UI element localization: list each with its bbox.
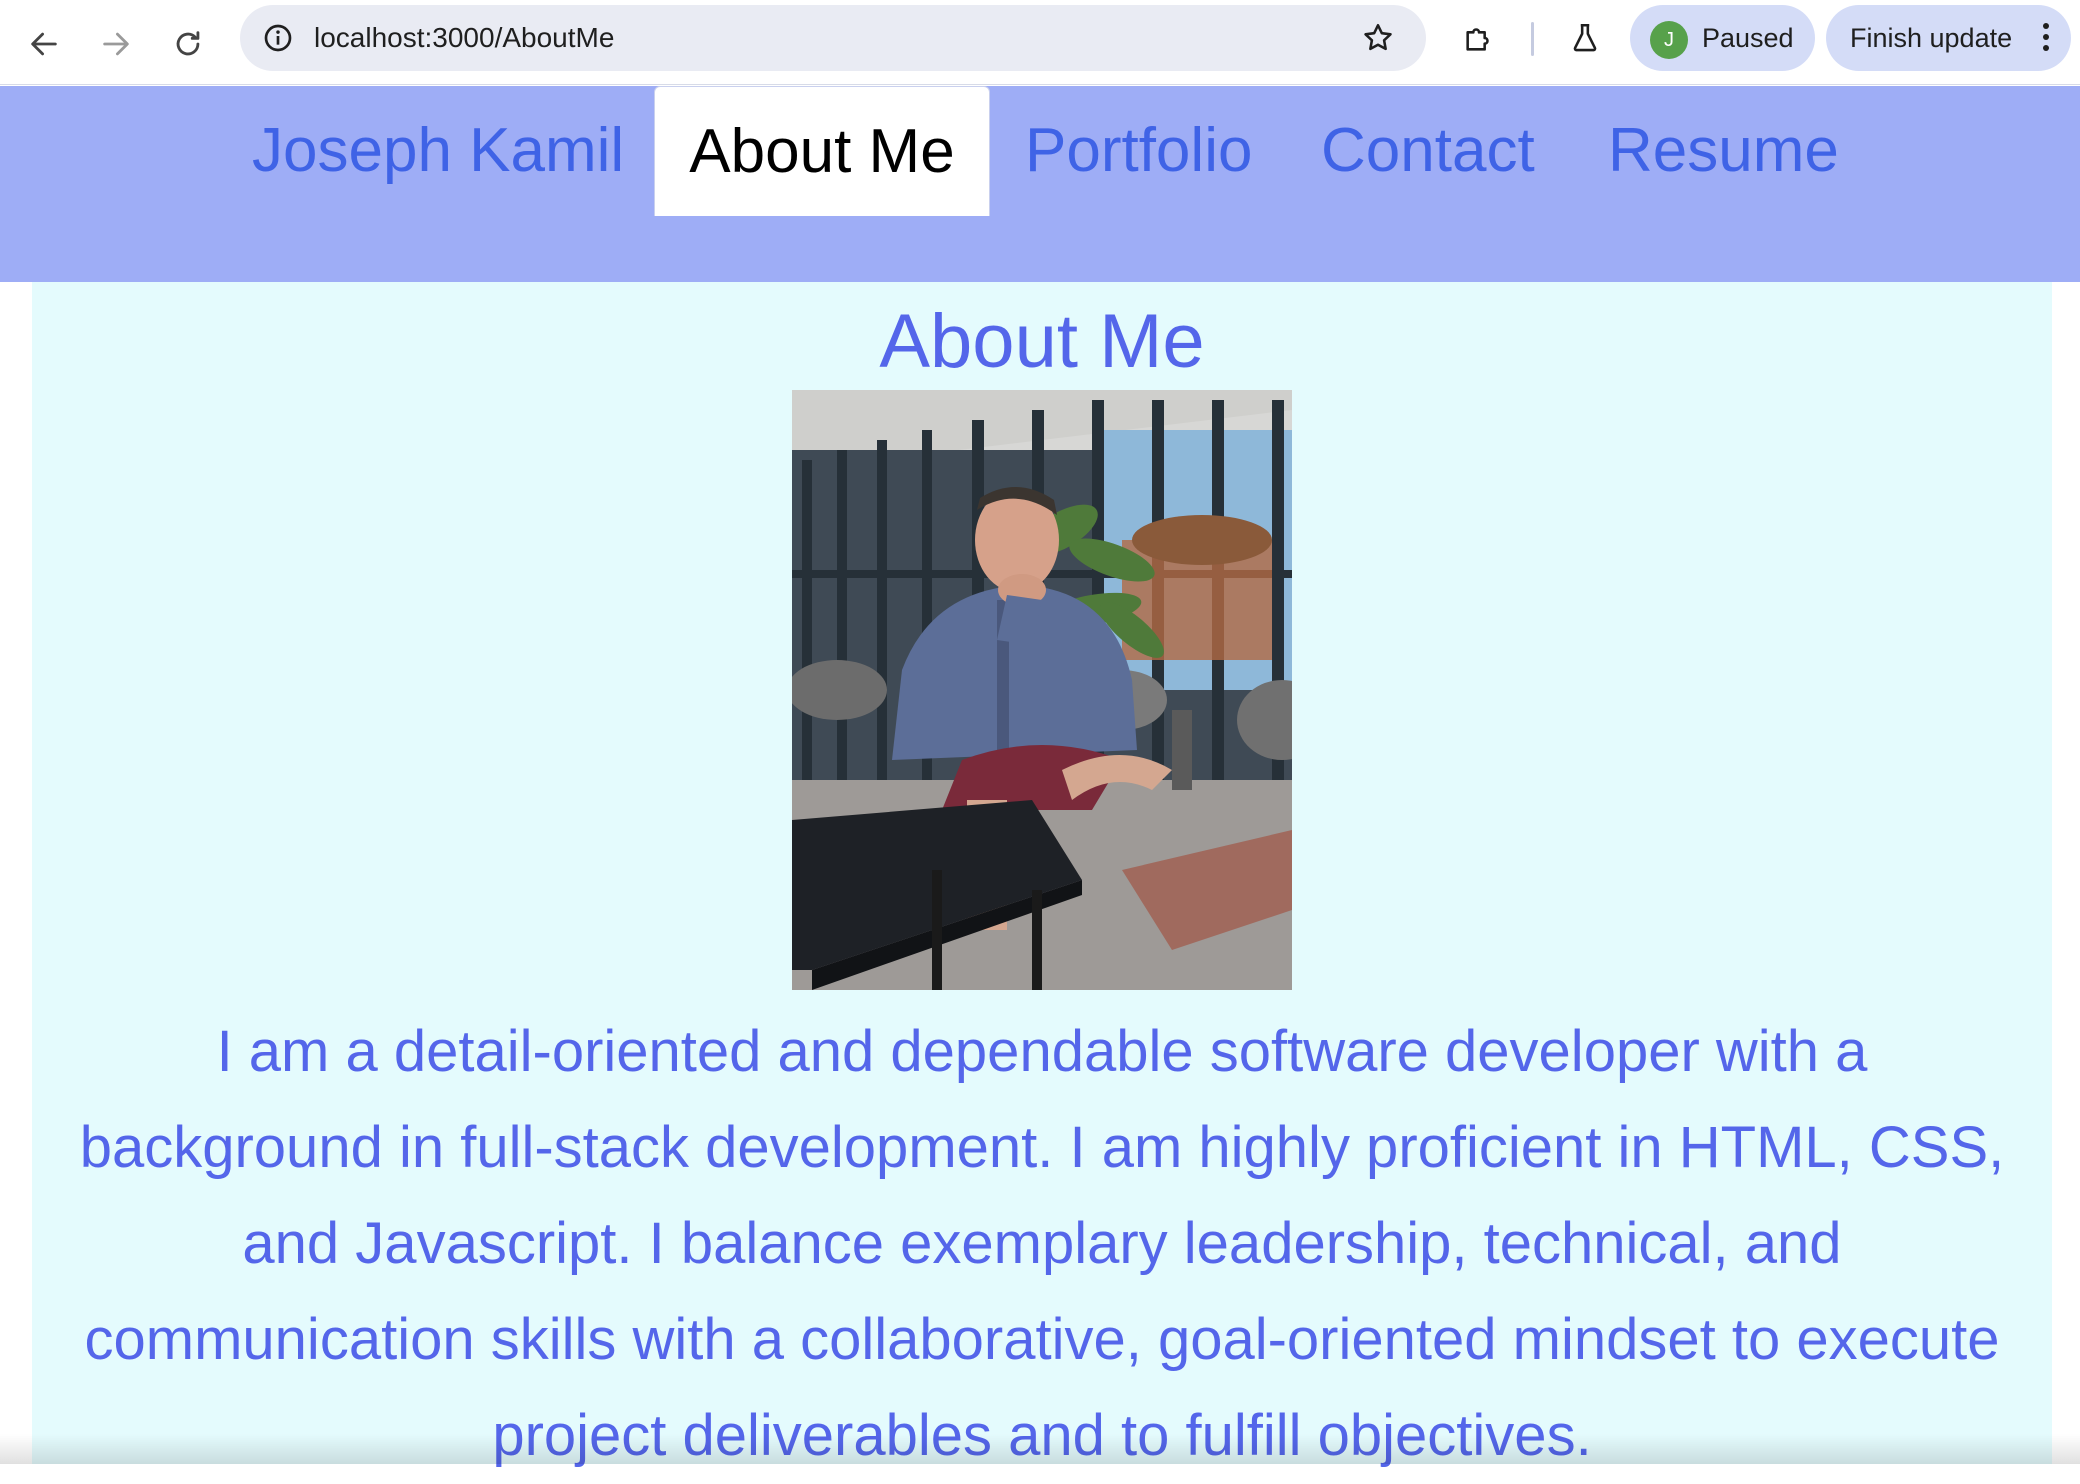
about-section: About Me I am a detail-oriented and depe…: [32, 282, 2052, 1468]
back-arrow-icon: [31, 32, 57, 56]
profile-status-label: Paused: [1702, 23, 1794, 53]
bookmark-star-icon[interactable]: [1358, 18, 1398, 58]
nav-brand-link[interactable]: Joseph Kamil: [252, 86, 624, 216]
nav-tab-contact[interactable]: Contact: [1321, 86, 1535, 216]
window-bottom-shadow: [0, 1434, 2080, 1464]
forward-button[interactable]: [86, 14, 146, 74]
finish-update-label: Finish update: [1850, 23, 2013, 53]
reload-icon: [176, 31, 200, 56]
bio-paragraph: I am a detail-oriented and dependable so…: [79, 1019, 2005, 1468]
labs-flask-icon[interactable]: [1565, 18, 1605, 58]
page-title: About Me: [879, 299, 1205, 384]
site-navbar: Joseph Kamil About Me Portfolio Contact …: [0, 86, 2080, 282]
back-button[interactable]: [14, 14, 74, 74]
nav-tab-portfolio[interactable]: Portfolio: [1025, 86, 1252, 216]
nav-tab-resume[interactable]: Resume: [1608, 86, 1839, 216]
avatar: J: [1650, 21, 1688, 59]
site-info-icon[interactable]: [258, 18, 298, 58]
forward-arrow-icon: [103, 32, 129, 56]
url-text[interactable]: localhost:3000/AboutMe: [314, 5, 614, 71]
toolbar-divider: [1531, 22, 1534, 56]
extensions-puzzle-icon[interactable]: [1459, 18, 1499, 58]
finish-update-button[interactable]: Finish update: [1826, 5, 2071, 71]
profile-button[interactable]: J Paused: [1630, 5, 1815, 71]
address-bar[interactable]: localhost:3000/AboutMe: [240, 5, 1426, 71]
profile-photo: [792, 390, 1292, 990]
reload-button[interactable]: [158, 14, 218, 74]
browser-toolbar: localhost:3000/AboutMe J Paused Finish u…: [0, 0, 2080, 85]
more-vertical-icon[interactable]: [2041, 23, 2051, 57]
nav-tab-about-me[interactable]: About Me: [654, 86, 990, 216]
